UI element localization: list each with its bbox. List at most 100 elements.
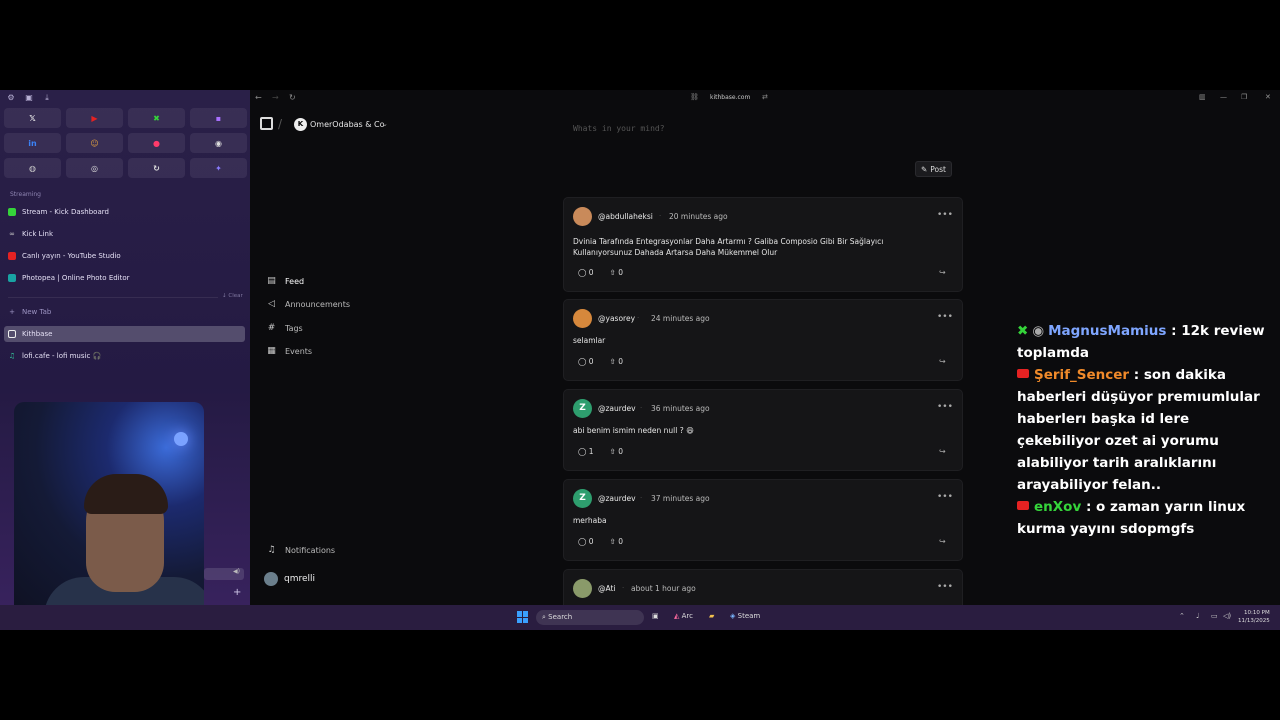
comment-icon: ◯ [578,537,587,546]
nav-label: Notifications [285,545,336,555]
post-button-label: Post [930,164,946,174]
nav-feed[interactable]: ▤ Feed [266,273,386,289]
share-icon[interactable]: ↪ [939,537,946,546]
post-body: selamlar [573,336,606,345]
calendar-icon: ▦ [267,346,276,356]
tab-lofi-cafe[interactable]: ♫ lofi.cafe - lofi music 🎧 [8,348,244,364]
more-options-icon[interactable]: ••• [937,492,953,502]
comment-icon: ◯ [578,268,587,277]
favorite-circle[interactable]: ◎ [66,158,123,178]
favorite-red[interactable]: ● [128,133,185,153]
favorite-globe[interactable]: ◍ [4,158,61,178]
nav-events[interactable]: ▦ Events [266,343,386,359]
close-icon[interactable]: ✕ [1265,93,1271,101]
comment-count: 0 [588,537,594,546]
more-options-icon[interactable]: ••• [937,582,953,592]
favorite-twitch[interactable]: ▪ [190,108,247,128]
taskbar-clock[interactable]: 10:10 PM 11/13/2025 [1238,609,1270,625]
nav-notifications[interactable]: ♫ Notifications [266,542,386,558]
media-control-strip[interactable]: ◀) [204,568,244,580]
microphone-icon[interactable]: ♩ [1196,612,1199,620]
volume-icon[interactable]: ◁) [1223,612,1231,620]
tab-kithbase[interactable]: Kithbase [4,326,245,342]
comment-button[interactable]: ◯ 1 [578,447,594,456]
maximize-icon[interactable]: ❐ [1241,93,1247,101]
post-composer-input[interactable]: Whats in your mind? [573,124,665,133]
share-icon[interactable]: ↪ [939,268,946,277]
page-settings-icon[interactable]: ⇄ [762,93,768,101]
taskbar-arc[interactable]: ◭ Arc [674,612,693,620]
favorite-kick[interactable]: ✖ [128,108,185,128]
forward-icon[interactable]: → [272,93,279,102]
file-explorer-icon[interactable]: ▰ [709,612,714,620]
org-switcher[interactable]: OmerOdabas & Co [310,120,385,129]
nav-label: Tags [285,323,303,333]
minimize-icon[interactable]: — [1220,93,1227,101]
favorite-star[interactable]: ✦ [190,158,247,178]
post-author[interactable]: @yasorey [598,314,635,323]
favorite-sync[interactable]: ↻ [128,158,185,178]
split-view-icon[interactable]: ▥ [1199,93,1206,101]
post-author[interactable]: @abdullaheksi [598,212,653,221]
youtube-icon [1017,501,1029,510]
sparkle-icon: ✦ [215,163,222,173]
upvote-button[interactable]: ⇧ 0 [610,537,623,546]
taskbar-search-label: Search [548,613,573,621]
chevron-up-icon[interactable]: ⌃ [1179,612,1185,620]
sidebar-toolbar: ⚙ ▣ ⤓ [6,93,52,103]
favorite-x[interactable]: 𝕏 [4,108,61,128]
comment-button[interactable]: ◯ 0 [578,357,594,366]
chevron-down-icon[interactable]: ⌄ [382,120,388,128]
arc-icon: ◭ [674,612,680,620]
taskbar-steam[interactable]: ◈ Steam [730,612,760,620]
nav-tags[interactable]: # Tags [266,320,386,336]
clear-tabs-button[interactable]: ↓ Clear [222,293,243,299]
pinned-tab-photopea[interactable]: Photopea | Online Photo Editor [8,270,244,286]
address-bar[interactable]: kithbase.com [710,94,750,101]
post-author[interactable]: @zaurdev [598,494,636,503]
post-author[interactable]: @zaurdev [598,404,636,413]
nav-announcements[interactable]: ◁ Announcements [266,296,386,312]
post-time: 20 minutes ago [669,212,728,221]
comment-button[interactable]: ◯ 0 [578,537,594,546]
upvote-button[interactable]: ⇧ 0 [610,447,623,456]
new-tab-label: New Tab [22,308,52,316]
more-options-icon[interactable]: ••• [937,210,953,220]
taskbar-search[interactable]: ⌕ Search [536,610,644,625]
pinned-tab-kick-dashboard[interactable]: Stream - Kick Dashboard [8,204,244,220]
task-view-icon[interactable]: ▣ [652,612,659,620]
post-time: 36 minutes ago [651,404,710,413]
share-icon[interactable]: ↪ [939,447,946,456]
upvote-button[interactable]: ⇧ 0 [610,268,623,277]
pinned-tab-youtube-studio[interactable]: Canlı yayın - YouTube Studio [8,248,244,264]
download-icon[interactable]: ⤓ [42,93,52,103]
sidebar-toggle-icon[interactable]: ▣ [24,93,34,103]
windows-start-icon[interactable] [517,611,529,623]
upvote-button[interactable]: ⇧ 0 [610,357,623,366]
add-space-button[interactable]: + [233,587,241,598]
more-options-icon[interactable]: ••• [937,402,953,412]
kick-icon: ✖ [153,113,160,123]
comment-button[interactable]: ◯ 0 [578,268,594,277]
favorite-linkedin[interactable]: in [4,133,61,153]
kithbase-logo[interactable] [260,117,273,130]
settings-icon[interactable]: ⚙ [6,93,16,103]
share-icon[interactable]: ↪ [939,357,946,366]
favorite-app[interactable]: ☺ [66,133,123,153]
reload-icon[interactable]: ↻ [289,93,296,102]
link-icon[interactable]: ⛓ [690,93,699,101]
upvote-count: 0 [618,268,624,277]
post-author[interactable]: @Ati [598,584,616,593]
back-icon[interactable]: ← [255,93,262,102]
post-button[interactable]: ✎ Post [915,161,952,177]
post-card: @abdullaheksi · 20 minutes ago ••• Dvini… [563,197,963,292]
new-tab-button[interactable]: + New Tab [8,304,244,320]
nav-label: Feed [285,276,305,286]
circle-icon: ◎ [91,163,98,173]
favorite-eye[interactable]: ◉ [190,133,247,153]
pinned-tab-kick-link[interactable]: ∞ Kick Link [8,226,244,242]
user-profile[interactable]: qmrelli [264,572,315,586]
favorite-youtube[interactable]: ▶ [66,108,123,128]
display-icon[interactable]: ▭ [1211,612,1218,620]
more-options-icon[interactable]: ••• [937,312,953,322]
